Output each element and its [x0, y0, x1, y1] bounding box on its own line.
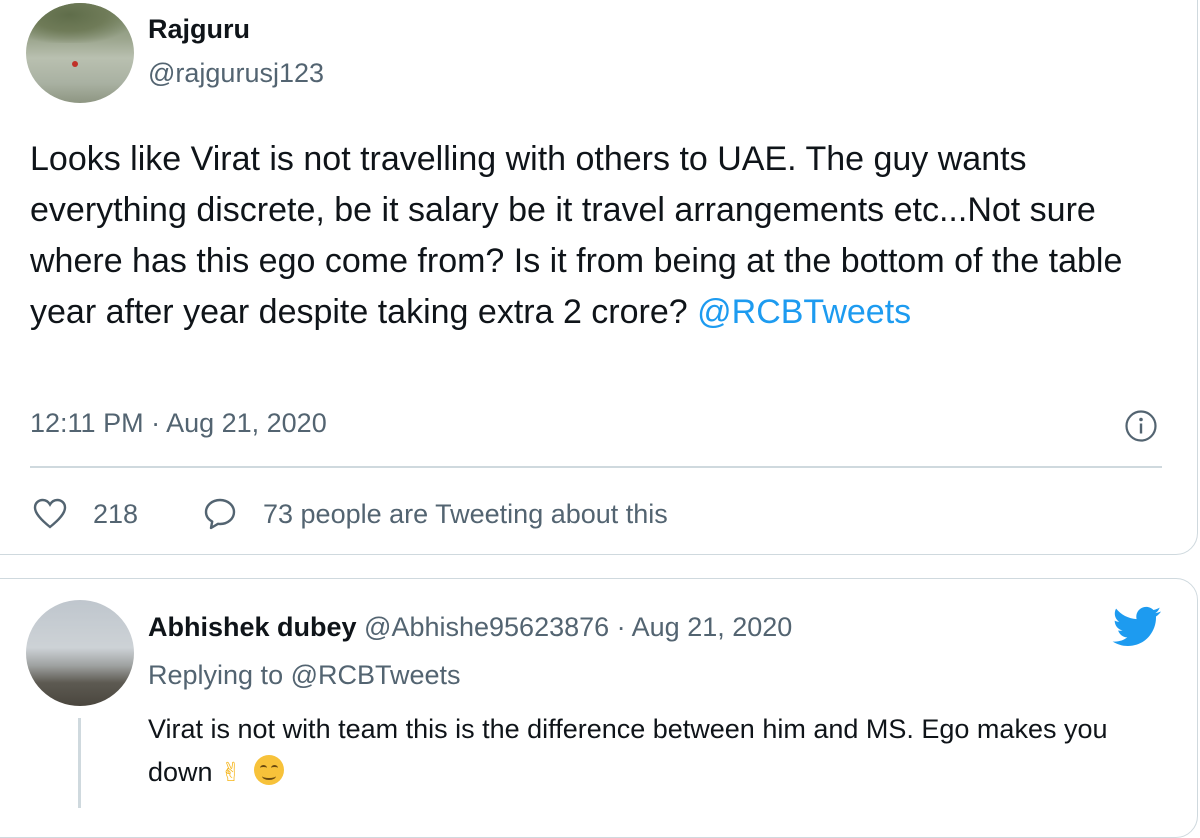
- like-button[interactable]: 218: [33, 496, 138, 532]
- replying-to[interactable]: Replying to @RCBTweets: [148, 660, 461, 691]
- smiling-face-emoji: [253, 755, 284, 785]
- info-icon[interactable]: [1124, 409, 1158, 443]
- tweet-body: Looks like Virat is not travelling with …: [30, 140, 1123, 331]
- victory-hand-emoji: ✌: [220, 758, 242, 788]
- author-avatar[interactable]: [26, 3, 134, 103]
- tweeting-about-link[interactable]: 73 people are Tweeting about this: [203, 496, 668, 532]
- reply-body: Virat is not with team this is the diffe…: [148, 714, 1108, 787]
- heart-icon: [33, 498, 67, 529]
- reply-text: Virat is not with team this is the diffe…: [148, 708, 1158, 795]
- avatar-boat: [72, 61, 78, 67]
- like-count: 218: [93, 498, 139, 529]
- reply-handle-date[interactable]: @Abhishe95623876 · Aug 21, 2020: [357, 612, 792, 642]
- reply-author-name[interactable]: Abhishek dubey: [148, 612, 357, 642]
- reply-author-avatar[interactable]: [26, 600, 134, 706]
- tweeting-about-text: 73 people are Tweeting about this: [263, 498, 668, 529]
- tweet-timestamp[interactable]: 12:11 PM · Aug 21, 2020: [30, 408, 327, 439]
- thread-line: [78, 718, 81, 808]
- avatar-trees: [26, 3, 134, 43]
- tweet-text: Looks like Virat is not travelling with …: [30, 134, 1180, 338]
- reply-header: Abhishek dubey @Abhishe95623876 · Aug 21…: [148, 612, 792, 643]
- author-name[interactable]: Rajguru: [148, 14, 250, 45]
- author-handle[interactable]: @rajgurusj123: [148, 58, 324, 89]
- twitter-bird-icon[interactable]: [1112, 606, 1162, 650]
- divider: [30, 466, 1162, 468]
- mention-link[interactable]: @RCBTweets: [697, 293, 911, 331]
- speech-bubble-icon: [204, 498, 236, 530]
